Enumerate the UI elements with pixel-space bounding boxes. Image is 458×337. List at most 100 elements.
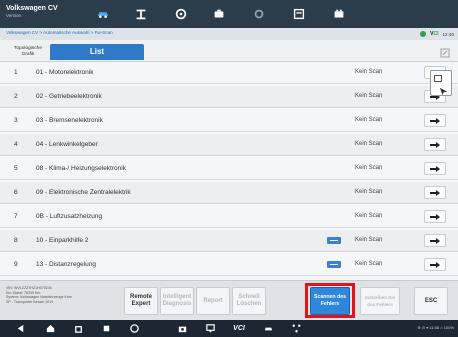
screen-mirror-icon[interactable] (204, 323, 216, 334)
top-header: Volkswagen CV Version (0, 0, 458, 28)
arrow-right-icon (430, 189, 440, 196)
battery-icon[interactable] (326, 5, 352, 23)
go-arrow-button[interactable] (424, 258, 446, 271)
list-item[interactable]: 9 13 - Distanzregelung Kein Scan (0, 254, 458, 276)
system-status: ⊕ ⊙ ▾ 11:58 ⌂ 100% (417, 325, 454, 330)
system-name: 13 - Distanzregelung (36, 261, 96, 268)
system-name: 08 - Klima-/ Heizungselektronik (36, 165, 126, 172)
list-item[interactable]: 5 08 - Klima-/ Heizungselektronik Kein Sca… (0, 158, 458, 180)
select-button[interactable]: Schreiben Sie das Fehlers (360, 287, 400, 315)
go-arrow-button[interactable] (424, 210, 446, 223)
scan-state: Kein Scan (355, 69, 383, 75)
arrow-right-icon (430, 165, 440, 172)
brand: Volkswagen CV Version (6, 4, 70, 19)
list-item[interactable]: 3 03 - Bremsenelektronik Kein Scan (0, 110, 458, 132)
back-icon[interactable] (14, 323, 26, 334)
system-name: 02 - Getriebeelektronik (36, 93, 102, 100)
tab-list[interactable]: List (50, 44, 144, 60)
lift-icon[interactable] (128, 5, 154, 23)
tab-row: Topologische Grafik List (0, 40, 458, 62)
esc-button[interactable]: ESC (414, 287, 448, 315)
remote-expert-button[interactable]: Remote Expert (124, 287, 158, 315)
vci-status: VCI (430, 31, 439, 37)
network-icon[interactable] (290, 323, 302, 334)
settings-icon[interactable] (246, 5, 272, 23)
system-navbar: VCI ⊕ ⊙ ▾ 11:58 ⌂ 100% (0, 320, 458, 337)
go-arrow-button[interactable] (424, 234, 446, 247)
app-title: Volkswagen CV (6, 5, 58, 12)
system-name: 01 - Motorelektronik (36, 69, 94, 76)
vci-nav-label[interactable]: VCI (230, 323, 248, 334)
row-number: 1 (14, 69, 18, 76)
go-arrow-button[interactable] (424, 186, 446, 199)
system-name: 04 - Lenkwinkelgeber (36, 141, 98, 148)
floating-tool-popup[interactable] (430, 70, 452, 96)
arrow-right-icon (430, 117, 440, 124)
steering-icon[interactable] (168, 5, 194, 23)
app-window: Volkswagen CV Version Volkswagen CV > Au… (0, 0, 458, 337)
row-number: 3 (14, 117, 18, 124)
status-area: VCI 12:40 (420, 29, 454, 39)
scan-state: Kein Scan (355, 261, 383, 267)
browser-icon[interactable] (128, 323, 140, 334)
cursor-icon[interactable] (439, 83, 448, 96)
row-number: 4 (14, 141, 18, 148)
scan-state: Kein Scan (355, 93, 383, 99)
go-arrow-button[interactable] (424, 138, 446, 151)
row-number: 6 (14, 189, 18, 196)
list-item[interactable]: 4 04 - Lenkwinkelgeber Kein Scan (0, 134, 458, 156)
car-nav-icon[interactable] (262, 323, 274, 334)
tab-topology[interactable]: Topologische Grafik (10, 43, 46, 60)
action-bar: VIN: WV1ZZZ7HZ1H075245 Km-Stand: 78339 K… (0, 280, 458, 320)
row-number: 8 (14, 237, 18, 244)
list-item[interactable]: 6 09 - Elektronische Zentralelektrik Kein … (0, 182, 458, 204)
scan-state: Kein Scan (355, 141, 383, 147)
arrow-right-icon (430, 213, 440, 220)
row-number: 7 (14, 213, 18, 220)
camera-icon[interactable] (176, 323, 188, 334)
scan-state: Kein Scan (355, 165, 383, 171)
system-name: 0B - Luftzusatzheizung (36, 213, 103, 220)
quick-clear-button[interactable]: Schnell Löschen (232, 287, 266, 315)
intelligent-diagnosis-button[interactable]: Intelligent Diagnosis (160, 287, 194, 315)
window-icon[interactable] (434, 75, 442, 82)
car-icon[interactable] (90, 5, 116, 23)
row-number: 2 (14, 93, 18, 100)
system-name: 09 - Elektronische Zentralelektrik (36, 189, 131, 196)
list-item[interactable]: 2 02 - Getriebeelektronik Kein Scan (0, 86, 458, 108)
recent-apps-icon[interactable] (100, 323, 112, 334)
breadcrumb-bar: Volkswagen CV > Automatische Auswahl > F… (0, 28, 458, 40)
system-list[interactable]: 1 01 - Motorelektronik Kein Scan 2 02 - Getr… (0, 62, 458, 280)
highlight-frame (305, 283, 355, 318)
edit-icon[interactable] (440, 45, 450, 58)
list-item[interactable]: 8 10 - Einparkhilfe 2 Kein Scan (0, 230, 458, 252)
system-name: 10 - Einparkhilfe 2 (36, 237, 89, 244)
list-item[interactable]: 7 0B - Luftzusatzheizung Kein Scan (0, 206, 458, 228)
row-number: 5 (14, 165, 18, 172)
scan-state: Kein Scan (355, 189, 383, 195)
vehicle-info: VIN: WV1ZZZ7HZ1H075245 Km-Stand: 78339 K… (6, 286, 98, 304)
row-number: 9 (14, 261, 18, 268)
system-name: 03 - Bremsenelektronik (36, 117, 103, 124)
app-subtitle: Version (6, 13, 22, 18)
go-arrow-button[interactable] (424, 162, 446, 175)
report-button[interactable]: Report (196, 287, 230, 315)
breadcrumb[interactable]: Volkswagen CV > Automatische Auswahl > F… (6, 30, 113, 35)
scan-state: Kein Scan (355, 117, 383, 123)
model-line: SP - Transporter Benzin 2019 (6, 299, 54, 304)
engine-icon[interactable] (206, 5, 232, 23)
scan-state: Kein Scan (355, 237, 383, 243)
badge-icon (327, 237, 341, 244)
report-icon[interactable] (286, 5, 312, 23)
arrow-right-icon (430, 141, 440, 148)
connection-icon (420, 31, 427, 37)
go-arrow-button[interactable] (424, 114, 446, 127)
list-item[interactable]: 1 01 - Motorelektronik Kein Scan (0, 62, 458, 84)
scan-state: Kein Scan (355, 213, 383, 219)
badge-icon (327, 261, 341, 268)
arrow-right-icon (430, 237, 440, 244)
time-label: 12:40 (442, 31, 455, 37)
home-icon[interactable] (44, 323, 56, 334)
arrow-right-icon (430, 261, 440, 268)
house-icon[interactable] (72, 323, 84, 334)
